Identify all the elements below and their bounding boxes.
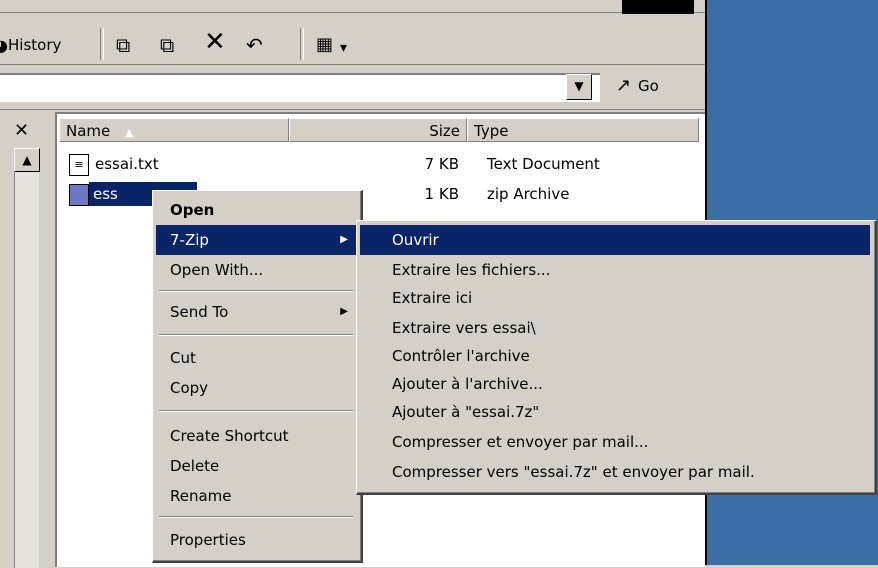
menu-item-cut[interactable]: Cut	[156, 343, 356, 373]
address-input[interactable]	[0, 73, 600, 102]
move-to-icon[interactable]: ⧉	[116, 33, 130, 57]
undo-icon[interactable]: ↶	[246, 33, 263, 57]
go-button[interactable]: Go	[638, 77, 659, 95]
address-dropdown-button[interactable]: ▼	[566, 74, 592, 100]
history-button[interactable]: History	[8, 36, 61, 54]
menu-separator	[159, 410, 353, 412]
column-header-type[interactable]: Type	[467, 118, 699, 142]
file-name: essai.txt	[95, 155, 159, 173]
history-icon[interactable]: ◕	[0, 34, 8, 58]
submenu-item-compresser-7z-mail[interactable]: Compresser vers "essai.7z" et envoyer pa…	[360, 457, 870, 487]
menu-item-send-to[interactable]: Send To ▶	[156, 297, 356, 327]
context-menu: Open 7-Zip ▶ Open With... Send To ▶ Cut …	[152, 190, 363, 563]
submenu-item-compresser-mail[interactable]: Compresser et envoyer par mail...	[360, 427, 870, 457]
submenu-item-ouvrir[interactable]: Ouvrir	[360, 225, 870, 255]
submenu-arrow-icon: ▶	[340, 306, 348, 317]
menu-separator	[159, 290, 353, 292]
menu-separator	[159, 516, 353, 518]
toolbar: ◕ History ⧉ ⧉ ✕ ↶ ▦ ▾	[0, 14, 705, 65]
menu-item-delete[interactable]: Delete	[156, 451, 356, 481]
zip-file-icon	[69, 184, 89, 206]
delete-icon[interactable]: ✕	[204, 29, 226, 55]
menu-item-rename[interactable]: Rename	[156, 481, 356, 511]
close-icon[interactable]: ✕	[14, 120, 29, 141]
toolbar-separator	[300, 28, 304, 60]
address-bar: ▼ ↗ Go	[0, 65, 705, 110]
column-header-name[interactable]: Name ▲	[59, 118, 289, 142]
submenu-item-extraire-fichiers[interactable]: Extraire les fichiers...	[360, 255, 870, 285]
folder-pane: ✕ ▲	[0, 112, 52, 568]
text-file-icon: ≡	[69, 154, 89, 176]
menu-item-7zip[interactable]: 7-Zip ▶	[156, 225, 356, 255]
vertical-scrollbar[interactable]	[14, 148, 39, 568]
submenu-item-ajouter-archive[interactable]: Ajouter à l'archive...	[360, 369, 870, 399]
column-header-size[interactable]: Size	[289, 118, 467, 142]
menu-item-copy[interactable]: Copy	[156, 373, 356, 403]
file-type: zip Archive	[487, 185, 570, 203]
file-type: Text Document	[487, 155, 600, 173]
submenu-item-controler[interactable]: Contrôler l'archive	[360, 341, 870, 371]
toolbar-separator	[100, 28, 104, 60]
go-arrow-icon[interactable]: ↗	[616, 75, 631, 96]
submenu-item-extraire-ici[interactable]: Extraire ici	[360, 283, 870, 313]
file-size: 1 KB	[424, 185, 459, 203]
submenu-item-ajouter-7z[interactable]: Ajouter à "essai.7z"	[360, 397, 870, 427]
submenu-item-extraire-vers[interactable]: Extraire vers essai\	[360, 313, 870, 343]
views-icon[interactable]: ▦	[316, 33, 333, 57]
menu-item-properties[interactable]: Properties	[156, 525, 356, 555]
copy-to-icon[interactable]: ⧉	[160, 33, 174, 57]
views-dropdown-arrow[interactable]: ▾	[340, 36, 347, 60]
menu-item-open[interactable]: Open	[156, 195, 356, 225]
file-size: 7 KB	[424, 155, 459, 173]
submenu-7zip: Ouvrir Extraire les fichiers... Extraire…	[356, 220, 877, 495]
file-row[interactable]: ≡ essai.txt 7 KB Text Document	[63, 152, 683, 176]
window-top-strip	[0, 0, 705, 13]
scroll-up-button[interactable]: ▲	[14, 148, 40, 172]
menu-item-open-with[interactable]: Open With...	[156, 255, 356, 285]
submenu-arrow-icon: ▶	[340, 234, 348, 245]
sort-ascending-icon: ▲	[125, 126, 134, 139]
menu-separator	[159, 334, 353, 336]
menu-item-create-shortcut[interactable]: Create Shortcut	[156, 421, 356, 451]
